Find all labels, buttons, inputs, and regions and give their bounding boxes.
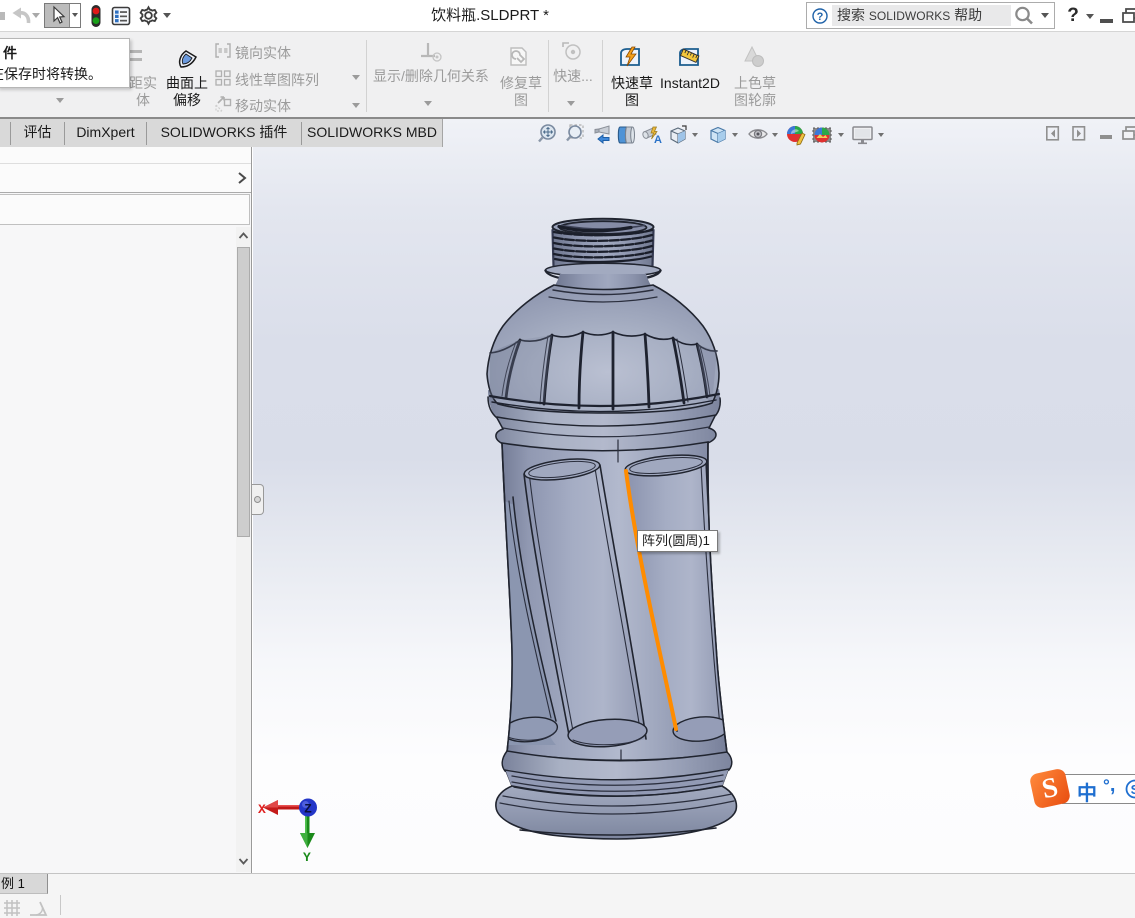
svg-text:Z: Z — [304, 802, 312, 817]
svg-text:S: S — [1131, 782, 1135, 797]
svg-text:Y: Y — [303, 850, 311, 865]
svg-text:?: ? — [817, 11, 824, 23]
svg-text:X: X — [258, 802, 266, 817]
